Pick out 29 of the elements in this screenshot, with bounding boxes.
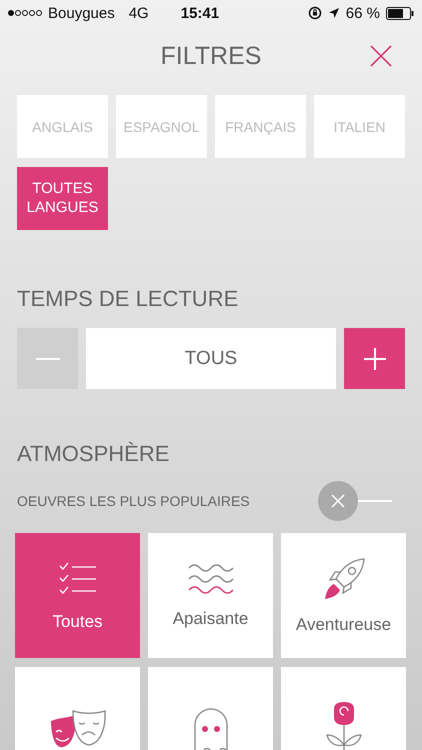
reading-time-value: TOUS	[86, 328, 336, 389]
popular-works-label: OEUVRES LES PLUS POPULAIRES	[17, 493, 250, 509]
section-heading: TEMPS DE LECTURE	[16, 285, 240, 313]
tile-label: Toutes	[52, 612, 103, 632]
plus-icon	[364, 348, 386, 370]
atmosphere-tile[interactable]: Aventureuse	[281, 533, 406, 658]
section-heading: ATMOSPHÈRE	[16, 440, 170, 468]
atmosphere-tile[interactable]: Apaisante	[148, 533, 273, 658]
rose-icon	[326, 700, 362, 750]
ghost-icon	[192, 706, 228, 750]
popular-toggle[interactable]	[318, 481, 392, 521]
language-option[interactable]: TOUTES LANGUES	[17, 167, 108, 230]
carrier-name: Bouygues	[48, 4, 115, 22]
waves-icon	[188, 562, 234, 594]
network-type: 4G	[128, 4, 149, 22]
battery-percentage: 66 %	[346, 4, 380, 22]
minus-icon	[36, 358, 60, 360]
location-arrow-icon	[328, 7, 340, 19]
rotation-lock-icon	[308, 6, 322, 20]
close-icon[interactable]	[370, 45, 392, 67]
increase-button[interactable]	[344, 328, 405, 389]
tile-label: Aventureuse	[296, 614, 392, 634]
page-title: FILTRES	[160, 42, 262, 70]
close-icon	[331, 494, 345, 508]
tile-label: Apaisante	[172, 608, 248, 628]
battery-icon	[386, 6, 414, 20]
atmosphere-tile[interactable]: Toutes	[15, 533, 140, 658]
clock-time: 15:41	[180, 4, 220, 22]
signal-icon	[8, 10, 42, 16]
